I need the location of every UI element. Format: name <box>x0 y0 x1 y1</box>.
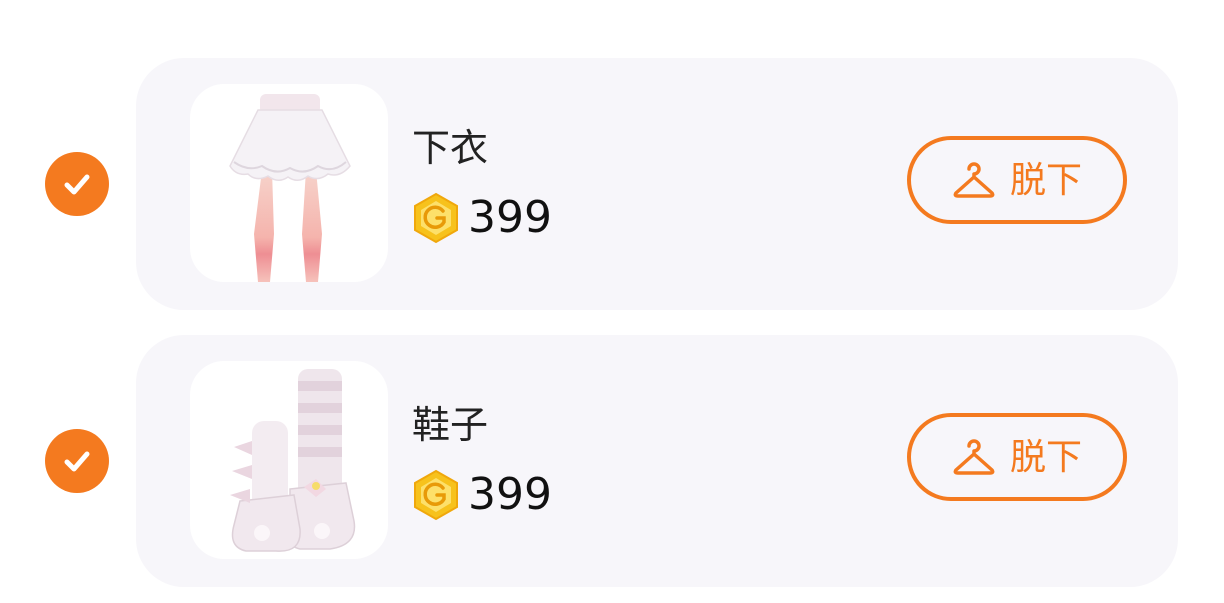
skirt-item-image <box>229 94 351 282</box>
item-price: 399 <box>412 192 552 244</box>
item-card[interactable]: 下衣 399 脱下 <box>136 58 1178 310</box>
item-card[interactable]: 鞋子 399 脱下 <box>136 335 1178 587</box>
select-checkbox[interactable] <box>45 429 109 493</box>
item-price: 399 <box>412 469 552 521</box>
item-thumbnail <box>190 84 388 282</box>
price-value: 399 <box>468 192 552 243</box>
price-value: 399 <box>468 469 552 520</box>
outfit-item-list: 下衣 399 脱下 鞋子 399 脱下 <box>0 0 1224 603</box>
take-off-label: 脱下 <box>1009 436 1082 477</box>
list-item: 鞋子 399 脱下 <box>0 335 1224 587</box>
take-off-label: 脱下 <box>1009 159 1082 200</box>
item-name: 鞋子 <box>412 403 489 447</box>
take-off-button[interactable]: 脱下 <box>907 413 1127 501</box>
gold-g-coin-icon <box>414 192 458 244</box>
checkmark-icon <box>64 451 90 472</box>
take-off-button[interactable]: 脱下 <box>907 136 1127 224</box>
gold-g-coin-icon <box>414 469 458 521</box>
select-checkbox[interactable] <box>45 152 109 216</box>
hanger-icon <box>953 162 995 198</box>
list-item: 下衣 399 脱下 <box>0 58 1224 310</box>
checkmark-icon <box>64 174 90 195</box>
item-thumbnail <box>190 361 388 559</box>
item-name: 下衣 <box>412 126 489 170</box>
hanger-icon <box>953 439 995 475</box>
socks-shoes-item-image <box>230 369 356 552</box>
